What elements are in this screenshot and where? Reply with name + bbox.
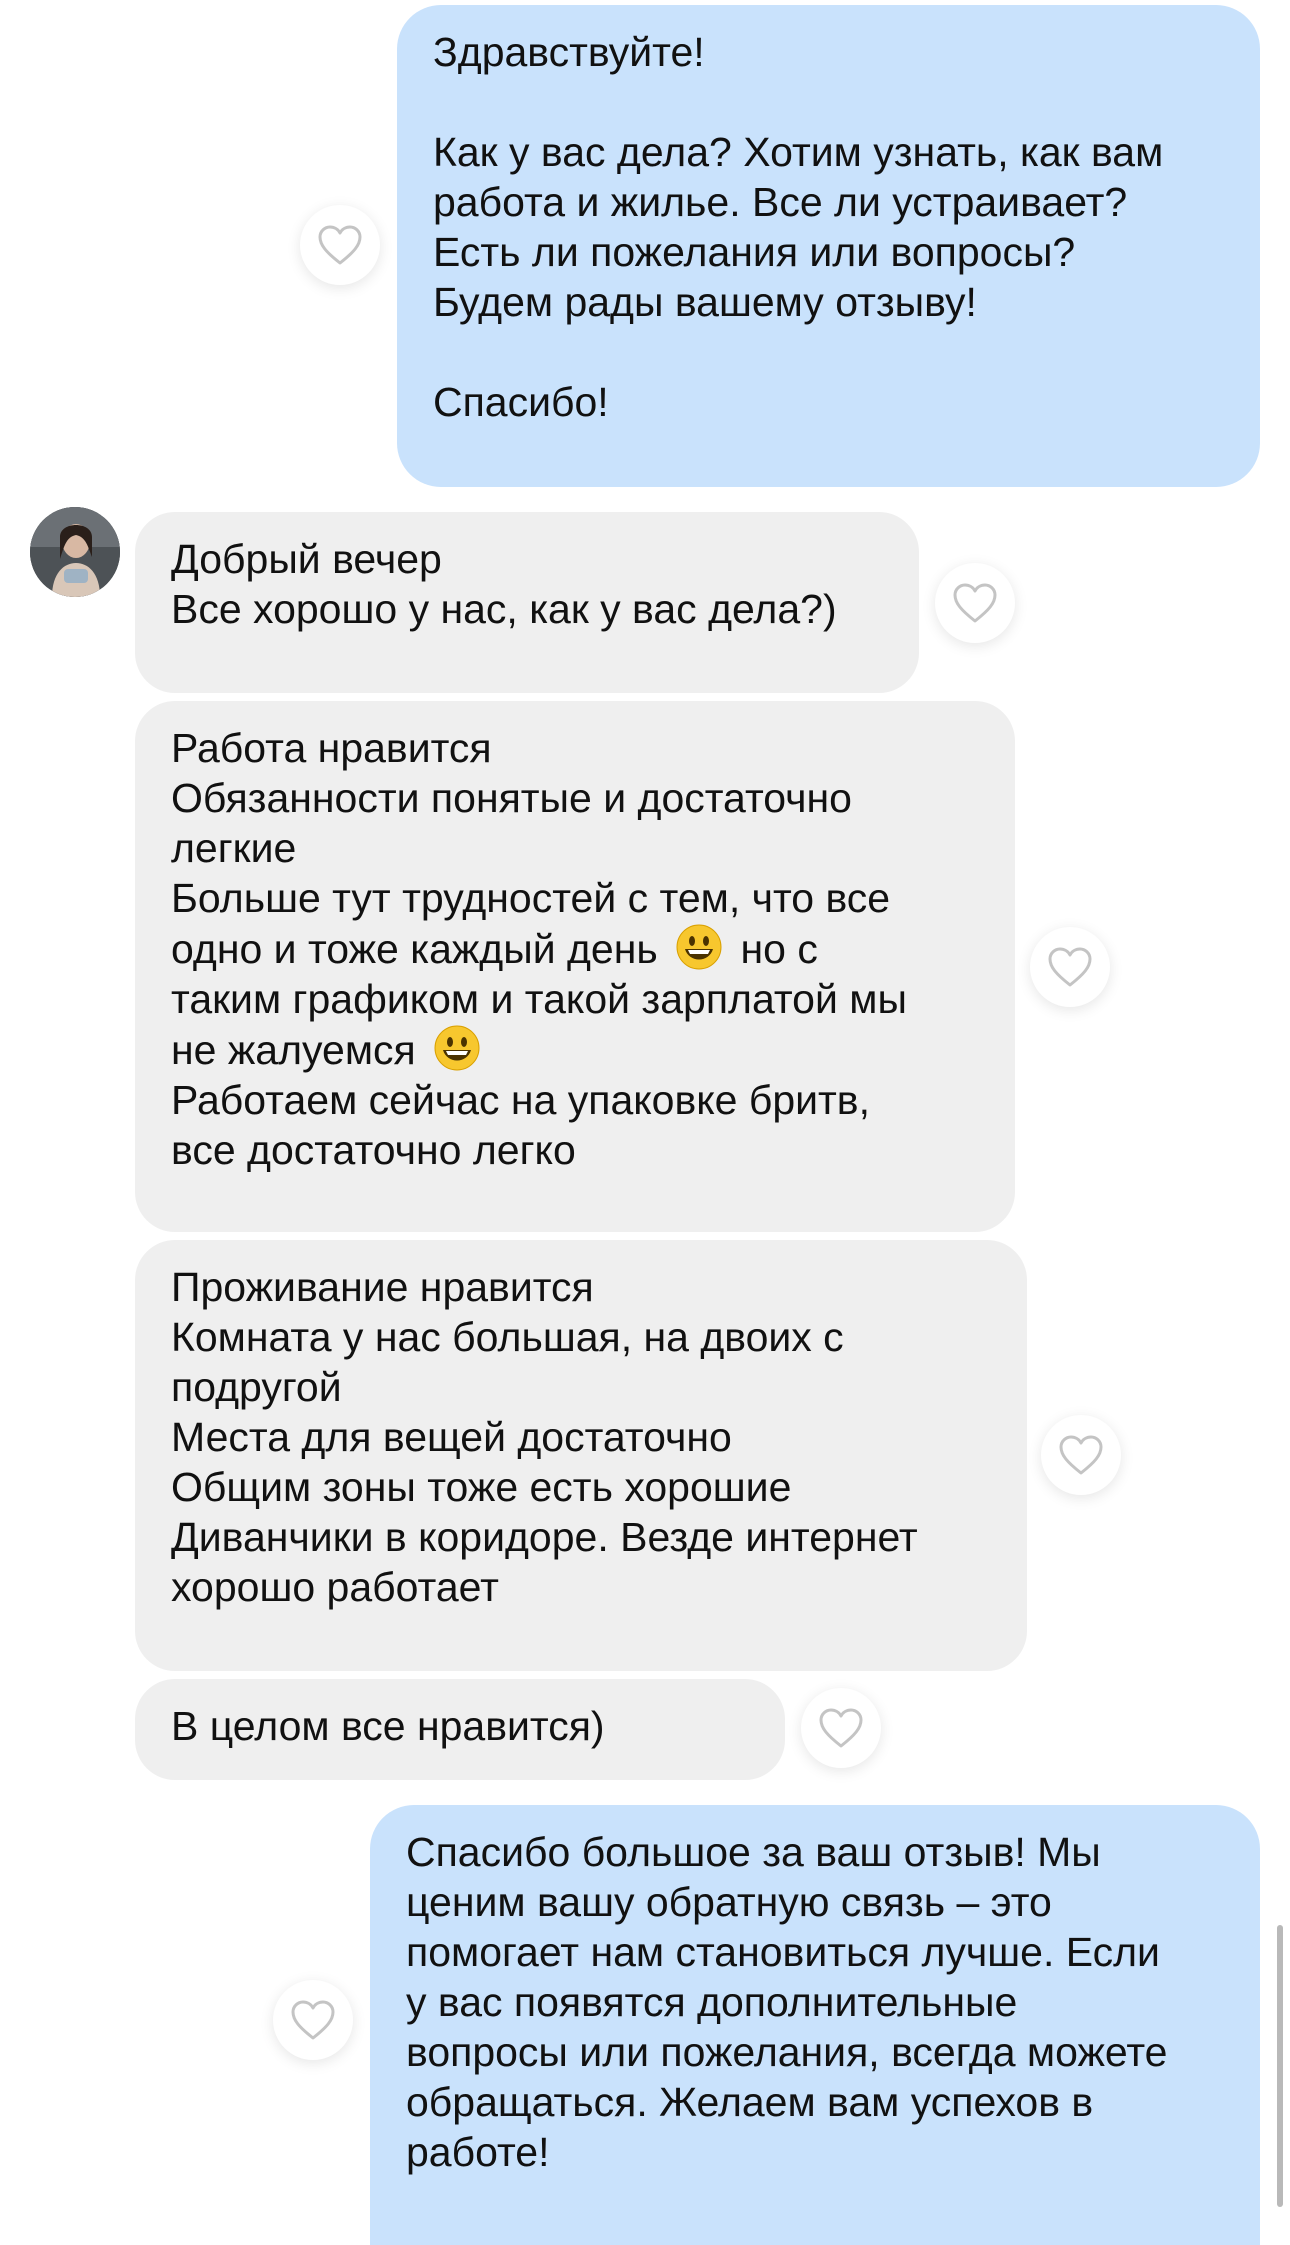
heart-outline-icon [1059,1435,1103,1475]
like-heart-button[interactable] [1041,1415,1121,1495]
heart-outline-icon [953,583,997,623]
incoming-message-bubble[interactable]: Работа нравится Обязанности понятые и до… [135,701,1015,1232]
message-text-line: обращаться. Желаем вам успехов в [406,2079,1094,2125]
incoming-message-bubble[interactable]: Добрый вечер Все хорошо у нас, как у вас… [135,512,919,693]
like-heart-button[interactable] [801,1688,881,1768]
incoming-message-bubble[interactable]: В целом все нравится) [135,1679,785,1780]
message-text-line: Спасибо! [433,379,609,425]
message-text-line-with-emoji: не жалуемся [171,1024,979,1075]
message-text-line: все достаточно легко [171,1127,576,1173]
message-text-line: легкие [171,825,297,871]
like-heart-button[interactable] [1030,927,1110,1007]
message-text-line: Здравствуйте! [433,29,705,75]
message-text-line: Диванчики в коридоре. Везде интернет [171,1514,918,1560]
message-text-line: Места для вещей достаточно [171,1414,732,1460]
like-heart-button[interactable] [935,563,1015,643]
message-text-line: Есть ли пожелания или вопросы? [433,229,1076,275]
scrollbar[interactable] [1277,1925,1283,2207]
like-heart-button[interactable] [273,1980,353,2060]
message-text-line: помогает нам становиться лучше. Если [406,1929,1160,1975]
message-text-line: у вас появятся дополнительные [406,1979,1018,2025]
incoming-message-bubble[interactable]: Проживание нравится Комната у нас больша… [135,1240,1027,1671]
message-text-line: подругой [171,1364,342,1410]
message-text-line: Добрый вечер [171,536,442,582]
message-text-line: работе! [406,2129,550,2175]
outgoing-message-bubble[interactable]: Здравствуйте! Как у вас дела? Хотим узна… [397,5,1260,487]
message-text-line: Спасибо большое за ваш отзыв! Мы [406,1829,1101,1875]
message-text-line: Будем рады вашему отзыву! [433,279,977,325]
heart-outline-icon [1048,947,1092,987]
grinning-face-emoji [676,924,722,970]
message-text-line: В целом все нравится) [171,1703,605,1749]
grinning-face-emoji [434,1025,480,1071]
message-text-line: ценим вашу обратную связь – это [406,1879,1052,1925]
message-text-line: хорошо работает [171,1564,499,1610]
message-text-line: Как у вас дела? Хотим узнать, как вам [433,129,1164,175]
message-text-line: вопросы или пожелания, всегда можете [406,2029,1168,2075]
message-text-line: работа и жилье. Все ли устраивает? [433,179,1128,225]
message-text-line: Работа нравится [171,725,492,771]
like-heart-button[interactable] [300,205,380,285]
message-text-line: Все хорошо у нас, как у вас дела?) [171,586,837,632]
avatar-photo [30,507,120,597]
message-text-line: Проживание нравится [171,1264,594,1310]
message-text-line: Работаем сейчас на упаковке бритв, [171,1077,870,1123]
heart-outline-icon [318,225,362,265]
message-text-line: Больше тут трудностей с тем, что все [171,875,891,921]
message-text-segment: одно и тоже каждый день [171,926,658,972]
message-text-segment: но с [740,926,818,972]
message-text-line: таким графиком и такой зарплатой мы [171,976,907,1022]
message-text-line: Общим зоны тоже есть хорошие [171,1464,792,1510]
heart-outline-icon [819,1708,863,1748]
message-text-line: Обязанности понятые и достаточно [171,775,852,821]
message-text-line: Комната у нас большая, на двоих с [171,1314,844,1360]
heart-outline-icon [291,2000,335,2040]
message-text-line-with-emoji: одно и тоже каждый день но с [171,923,979,974]
outgoing-message-bubble[interactable]: Спасибо большое за ваш отзыв! Мы ценим в… [370,1805,1260,2245]
message-text-segment: не жалуемся [171,1027,416,1073]
contact-avatar[interactable] [30,507,120,597]
